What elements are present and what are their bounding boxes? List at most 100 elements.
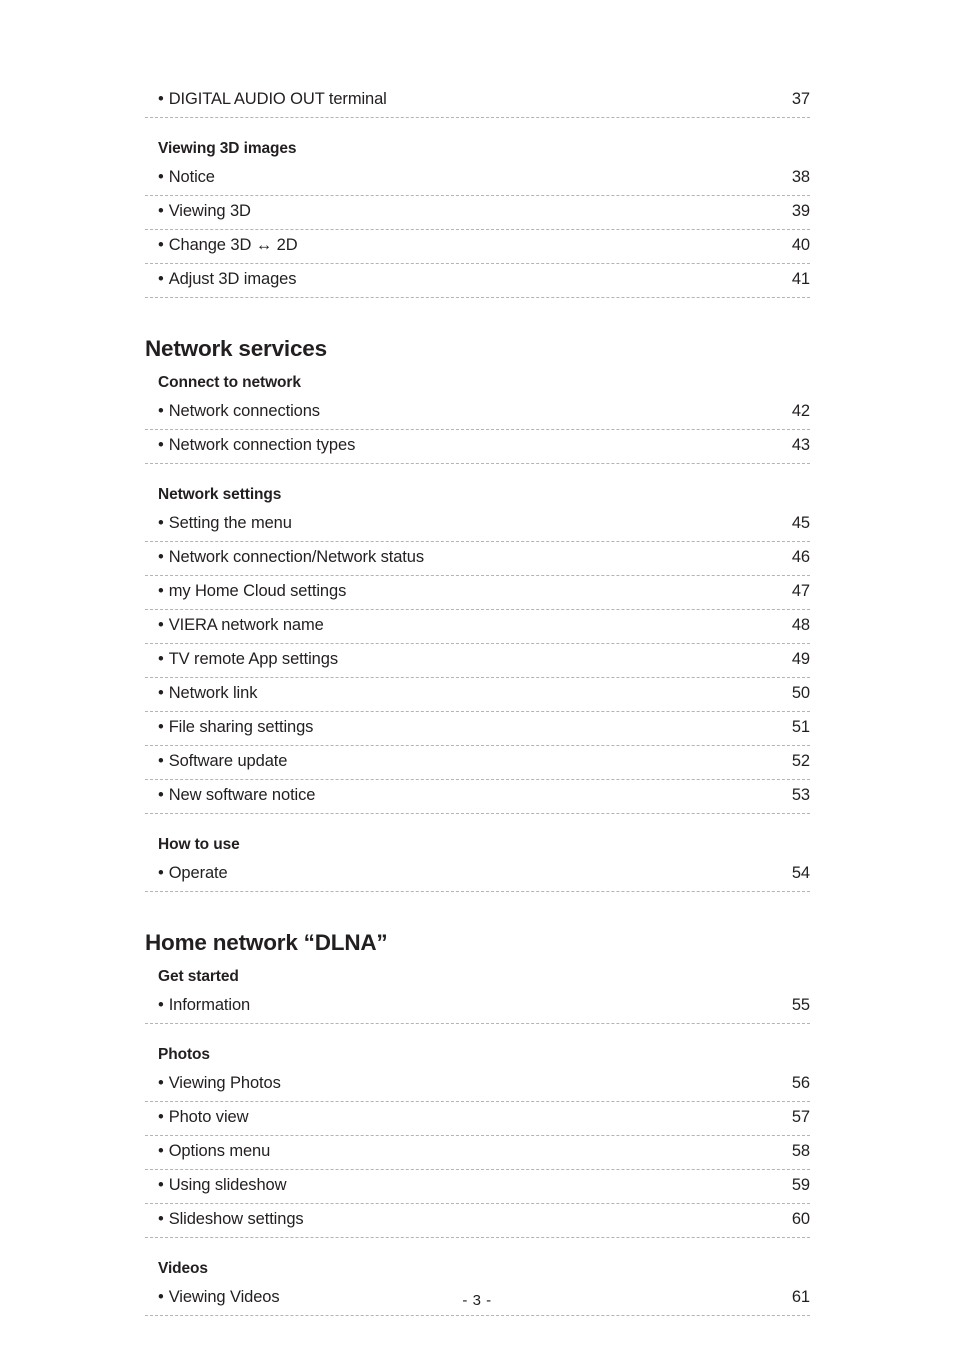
bullet-icon: • [158,752,164,770]
toc-group-heading: Get started [158,968,239,985]
toc-entry-page-number: 41 [791,270,810,288]
toc-entry-text: DIGITAL AUDIO OUT terminal [168,90,387,108]
toc-entry-text: Change 3D ↔ 2D [168,236,298,254]
toc-group: How to use • Operate 54 [145,834,810,892]
toc-entry-page-number: 56 [791,1074,810,1092]
toc-entry-page-number: 53 [791,786,810,804]
bullet-icon: • [158,1142,164,1160]
toc-entry-page-number: 60 [791,1210,810,1228]
toc-entry-label: • Viewing Photos [158,1068,281,1098]
toc-entry-page-number: 43 [791,436,810,454]
toc-entry-text: New software notice [168,786,316,804]
toc-group-heading: Network settings [158,486,282,503]
toc-entry-label: • Photo view [158,1102,249,1132]
toc-entry-page-number: 42 [791,402,810,420]
toc-entry-label: • Options menu [158,1136,270,1166]
toc-entry[interactable]: • Slideshow settings 60 [145,1204,810,1238]
toc-entry[interactable]: • VIERA network name 48 [145,610,810,644]
bullet-icon: • [158,90,164,108]
toc-group: Viewing 3D images • Notice 38 • Viewing 3D 39 •… [145,138,810,298]
toc-entry[interactable]: • Change 3D ↔ 2D 40 [145,230,810,264]
toc-entry-text: Notice [168,168,215,186]
toc-entry-label: • TV remote App settings [158,644,338,674]
bullet-icon: • [158,1210,164,1228]
bullet-icon: • [158,202,164,220]
toc-entry-page-number: 49 [791,650,810,668]
toc-entry-page-number: 59 [791,1176,810,1194]
toc-entry-text: Options menu [168,1142,271,1160]
toc-group: Get started • Information 55 [145,966,810,1024]
toc-group-heading: How to use [158,836,240,853]
toc-block: • DIGITAL AUDIO OUT terminal 37 Viewing 3D … [145,84,810,298]
toc-entry[interactable]: • Notice 38 [145,162,810,196]
bullet-icon: • [158,436,164,454]
toc-entry-page-number: 45 [791,514,810,532]
toc-entry-text: Photo view [168,1108,249,1126]
bullet-icon: • [158,514,164,532]
toc-entry[interactable]: • Photo view 57 [145,1102,810,1136]
toc-entry-text: VIERA network name [168,616,324,634]
toc-entry[interactable]: • Viewing 3D 39 [145,196,810,230]
toc-entry[interactable]: • New software notice 53 [145,780,810,814]
toc-entry-label: • Setting the menu [158,508,292,538]
toc-entry[interactable]: • my Home Cloud settings 47 [145,576,810,610]
toc-entry[interactable]: • Network link 50 [145,678,810,712]
bullet-icon: • [158,402,164,420]
toc-entry-text: TV remote App settings [168,650,338,668]
toc-entry-text: Viewing 3D [168,202,251,220]
toc-entry-page-number: 55 [791,996,810,1014]
toc-entry[interactable]: • TV remote App settings 49 [145,644,810,678]
toc-section-title: Home network “DLNA” [145,930,388,955]
toc-entry-text: Adjust 3D images [168,270,297,288]
bullet-icon: • [158,1108,164,1126]
toc-entry[interactable]: • Viewing Photos 56 [145,1068,810,1102]
bullet-icon: • [158,582,164,600]
toc-entry[interactable]: • Information 55 [145,990,810,1024]
toc-entry-label: • Using slideshow [158,1170,287,1200]
toc-entry-text: Operate [168,864,228,882]
toc-entry[interactable]: • Using slideshow 59 [145,1170,810,1204]
toc-entry-page-number: 38 [791,168,810,186]
toc-entry-label: • Slideshow settings [158,1204,304,1234]
toc-group-heading: Viewing 3D images [158,140,297,157]
bullet-icon: • [158,548,164,566]
toc-entry[interactable]: • Network connection/Network status 46 [145,542,810,576]
toc-entry-label: • Network connection types [158,430,355,460]
toc-entry-label: • Network connections [158,396,320,426]
toc-group: Network settings • Setting the menu 45 • Netw… [145,484,810,814]
toc-entry[interactable]: • File sharing settings 51 [145,712,810,746]
toc-entry[interactable]: • Software update 52 [145,746,810,780]
toc-entry-page-number: 39 [791,202,810,220]
toc-block: Home network “DLNA” Get started • Informati… [145,929,810,1316]
toc-block: Network services Connect to network • Netwo… [145,335,810,892]
toc-entry-text: Using slideshow [168,1176,287,1194]
toc-entry-label: • Software update [158,746,287,776]
toc-entry-label: • Operate [158,858,228,888]
toc-entry[interactable]: • DIGITAL AUDIO OUT terminal 37 [145,84,810,118]
bullet-icon: • [158,168,164,186]
toc-entry[interactable]: • Network connections 42 [145,396,810,430]
toc-entry-text: Slideshow settings [168,1210,304,1228]
toc-entry-page-number: 52 [791,752,810,770]
toc-entry-page-number: 51 [791,718,810,736]
toc-entry-text: File sharing settings [168,718,314,736]
toc-entry-page-number: 48 [791,616,810,634]
toc-entry-page-number: 57 [791,1108,810,1126]
toc-entry-text: Network connection types [168,436,356,454]
toc-entry[interactable]: • Network connection types 43 [145,430,810,464]
document-page: • DIGITAL AUDIO OUT terminal 37 Viewing 3D … [0,0,954,1350]
toc-entry[interactable]: • Adjust 3D images 41 [145,264,810,298]
toc-entry[interactable]: • Options menu 58 [145,1136,810,1170]
bullet-icon: • [158,718,164,736]
bullet-icon: • [158,650,164,668]
toc-entry-text: my Home Cloud settings [168,582,347,600]
bullet-icon: • [158,996,164,1014]
toc-entry[interactable]: • Setting the menu 45 [145,508,810,542]
toc-group-heading: Photos [158,1046,210,1063]
toc-entry-label: • File sharing settings [158,712,313,742]
toc-entry-label: • Viewing 3D [158,196,251,226]
toc-entry[interactable]: • Operate 54 [145,858,810,892]
toc-group-heading: Videos [158,1260,208,1277]
toc-entry-label: • Information [158,990,250,1020]
toc-entry-label: • my Home Cloud settings [158,576,346,606]
